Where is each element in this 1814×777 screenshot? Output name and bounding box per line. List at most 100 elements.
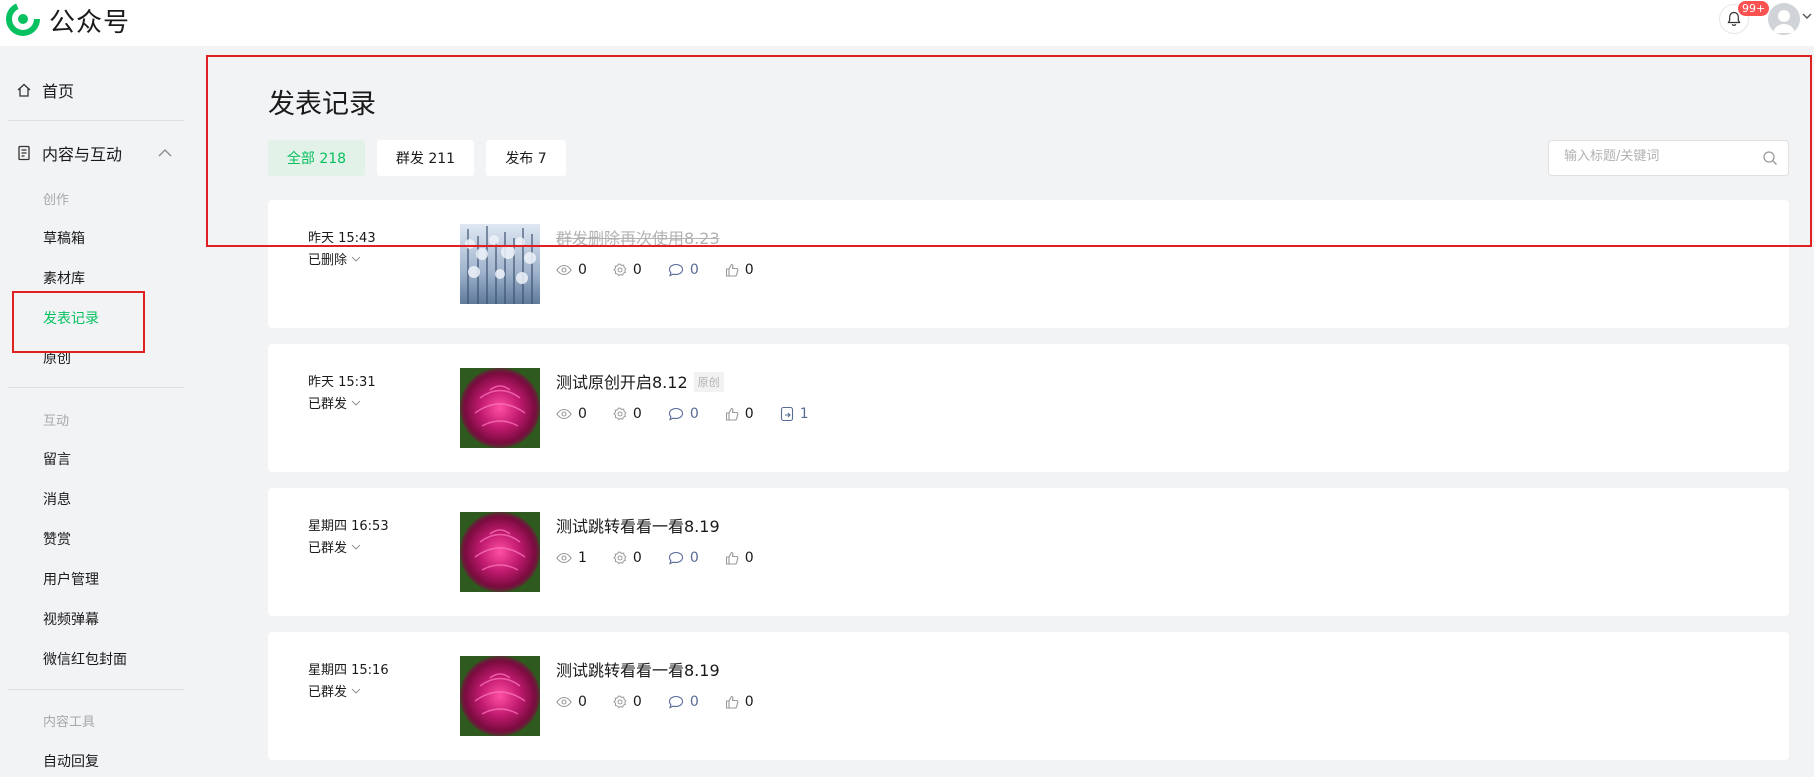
sidebar-item-danmaku[interactable]: 视频弹幕: [43, 609, 99, 629]
sidebar-item-home[interactable]: 首页: [16, 78, 74, 102]
divider: [8, 689, 184, 690]
sidebar-item-users[interactable]: 用户管理: [43, 569, 99, 589]
record-title[interactable]: 测试跳转看看一看8.19: [556, 657, 720, 681]
chevron-down-icon: [351, 256, 361, 262]
record-card[interactable]: 昨天 15:31 已群发 测试原创开启8.12 原创 0 0 0 0 1: [268, 344, 1789, 472]
share-icon: [613, 695, 627, 709]
original-tag: 原创: [693, 372, 724, 392]
document-icon: [18, 145, 30, 161]
chevron-down-icon: [351, 688, 361, 694]
group-title-tools: 内容工具: [43, 715, 96, 730]
sidebar-item-messages[interactable]: 消息: [43, 489, 71, 509]
record-card[interactable]: 星期四 15:16 已群发 测试跳转看看一看8.19 0 0 0 0: [268, 632, 1789, 760]
stat-reads: 1: [556, 550, 587, 566]
avatar[interactable]: [1768, 3, 1800, 35]
record-time: 星期四 16:53: [308, 519, 389, 534]
stat-value: 0: [632, 262, 642, 278]
stat-value: 0: [578, 406, 587, 422]
stat-value: 0: [578, 694, 587, 710]
record-card[interactable]: 星期四 16:53 已群发 测试跳转看看一看8.19 1 0 0 0: [268, 488, 1789, 616]
record-status: 已群发: [308, 685, 348, 700]
eye-icon: [556, 408, 572, 420]
stat-value: 1: [578, 550, 587, 566]
record-status-dropdown[interactable]: 已群发: [308, 537, 361, 556]
stat-reads: 0: [556, 694, 587, 710]
stat-value: 0: [632, 406, 642, 422]
thumbnail-pink-flower[interactable]: [460, 368, 540, 448]
sidebar-section-label: 内容与互动: [42, 145, 123, 164]
sidebar-item-auto-reply[interactable]: 自动回复: [43, 751, 99, 771]
comment-icon: [668, 695, 683, 709]
thumbs-up-icon: [725, 263, 739, 277]
stat-shares: 0: [613, 262, 642, 278]
stat-shares: 0: [613, 550, 642, 566]
record-stats: 1 0 0 0: [556, 550, 780, 566]
thumbnail-pink-flower[interactable]: [460, 512, 540, 592]
record-status-dropdown[interactable]: 已群发: [308, 393, 361, 412]
sidebar-item-comments[interactable]: 留言: [43, 449, 71, 469]
group-title-interact: 互动: [43, 414, 70, 429]
share-icon: [613, 407, 627, 421]
chevron-down-icon[interactable]: [1802, 12, 1812, 20]
thumbs-up-icon: [725, 551, 739, 565]
stat-likes: 0: [725, 550, 754, 566]
sidebar-item-red-packet[interactable]: 微信红包封面: [43, 649, 127, 669]
stat-likes: 0: [725, 694, 754, 710]
brand-name: 公众号: [49, 8, 131, 38]
divider: [8, 120, 184, 121]
chevron-down-icon: [351, 544, 361, 550]
stat-value: 0: [744, 694, 754, 710]
comment-icon: [668, 263, 683, 277]
divider: [8, 387, 184, 388]
annotation-highlight-header: [206, 55, 1812, 247]
record-status-dropdown[interactable]: 已群发: [308, 681, 361, 700]
home-icon: [17, 83, 31, 97]
user-icon: [1773, 10, 1795, 33]
sidebar-item-label: 首页: [42, 82, 75, 101]
thumbnail-pink-flower[interactable]: [460, 656, 540, 736]
stat-value: 0: [744, 406, 754, 422]
logo-icon: [6, 2, 40, 36]
comment-icon: [668, 407, 683, 421]
stat-comments[interactable]: 0: [668, 262, 699, 278]
notification-badge: 99+: [1738, 1, 1770, 16]
eye-icon: [556, 552, 572, 564]
chevron-down-icon: [351, 400, 361, 406]
stat-value: 0: [744, 262, 754, 278]
record-stats: 0 0 0 0 1: [556, 406, 835, 422]
record-status: 已群发: [308, 397, 348, 412]
stat-shares: 0: [613, 406, 642, 422]
sidebar-section-content[interactable]: 内容与互动: [16, 141, 176, 165]
eye-icon: [556, 264, 572, 276]
thumbs-up-icon: [725, 695, 739, 709]
stat-value: 0: [689, 550, 699, 566]
stat-value: 1: [799, 406, 809, 422]
chevron-up-icon: [158, 149, 172, 157]
sidebar-item-rewards[interactable]: 赞赏: [43, 529, 71, 549]
stat-reads: 0: [556, 262, 587, 278]
stat-value: 0: [632, 694, 642, 710]
stat-comments[interactable]: 0: [668, 406, 699, 422]
record-status: 已删除: [308, 253, 348, 268]
share-icon: [613, 551, 627, 565]
stat-likes: 0: [725, 406, 754, 422]
record-title-text: 测试原创开启8.12: [556, 373, 688, 392]
record-status: 已群发: [308, 541, 348, 556]
record-time: 星期四 15:16: [308, 663, 389, 678]
top-bar: 公众号 99+: [0, 0, 1814, 46]
thumbs-up-icon: [725, 407, 739, 421]
annotation-highlight-sidebar: [12, 291, 145, 353]
record-status-dropdown[interactable]: 已删除: [308, 249, 361, 268]
stat-comments[interactable]: 0: [668, 550, 699, 566]
stat-likes: 0: [725, 262, 754, 278]
stat-comments[interactable]: 0: [668, 694, 699, 710]
stat-value: 0: [689, 406, 699, 422]
share-icon: [613, 263, 627, 277]
stat-value: 0: [744, 550, 754, 566]
record-title[interactable]: 测试原创开启8.12 原创: [556, 369, 724, 393]
sidebar-item-drafts[interactable]: 草稿箱: [43, 228, 85, 248]
stat-value: 0: [689, 694, 699, 710]
sidebar-item-materials[interactable]: 素材库: [43, 268, 85, 288]
stat-reposts[interactable]: 1: [780, 406, 809, 422]
record-title[interactable]: 测试跳转看看一看8.19: [556, 513, 720, 537]
